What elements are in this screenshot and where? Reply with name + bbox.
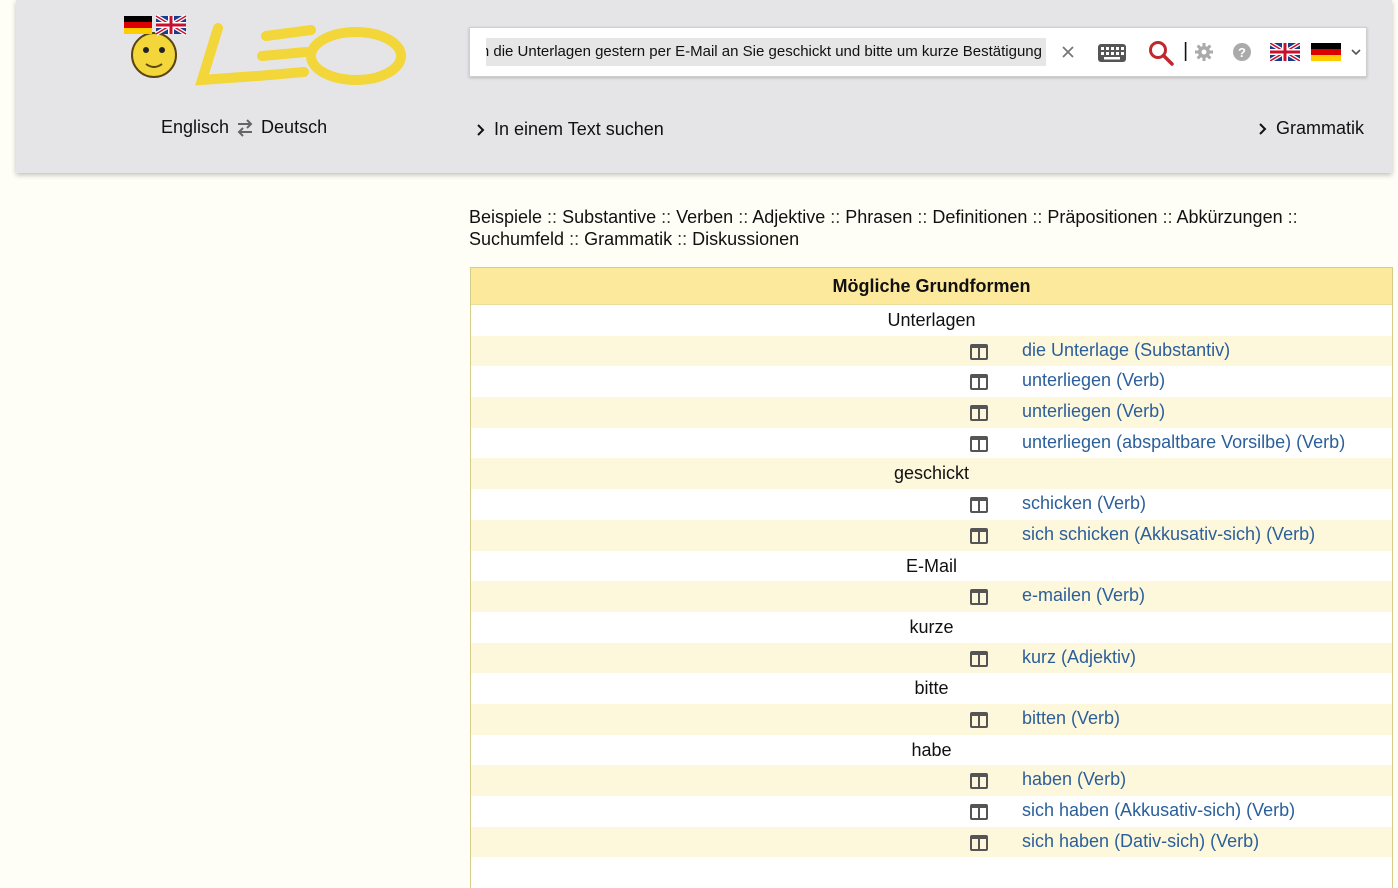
result-word-row: kurze: [471, 612, 1392, 643]
book-icon[interactable]: [969, 495, 989, 515]
result-word-row: E-Mail: [471, 551, 1392, 582]
result-link[interactable]: unterliegen (Verb): [1022, 370, 1165, 391]
keyboard-icon[interactable]: [1097, 42, 1127, 64]
chevron-down-icon[interactable]: [1350, 46, 1362, 58]
search-icon[interactable]: [1148, 40, 1174, 66]
german-flag-icon[interactable]: [1311, 43, 1341, 61]
result-link-row: sich haben (Dativ-sich) (Verb): [471, 826, 1392, 858]
result-link-row: unterliegen (Verb): [471, 366, 1392, 397]
section-link-beispiele[interactable]: Beispiele: [469, 207, 542, 227]
close-icon[interactable]: [1058, 42, 1078, 62]
result-word-row: geschickt: [471, 458, 1392, 490]
section-separator: ::: [912, 207, 933, 227]
results-title: Mögliche Grundformen: [471, 268, 1392, 305]
section-link-definitionen[interactable]: Definitionen: [932, 207, 1027, 227]
site-header: Englisch Deutsch Ich habe Ihnen die Unte…: [16, 0, 1392, 173]
result-word: E-Mail: [905, 555, 957, 576]
lang-to: Deutsch: [261, 117, 328, 137]
result-link[interactable]: sich haben (Dativ-sich) (Verb): [1022, 831, 1259, 852]
section-separator: ::: [542, 207, 563, 227]
section-link-suchumfeld[interactable]: Suchumfeld: [469, 229, 564, 249]
result-link-row: bitten (Verb): [471, 703, 1392, 735]
result-word: kurze: [909, 616, 954, 637]
chevron-right-icon: [1259, 122, 1267, 135]
swap-icon[interactable]: [235, 118, 255, 138]
result-link[interactable]: e-mailen (Verb): [1022, 585, 1145, 606]
result-word: geschickt: [893, 463, 970, 484]
section-link-phrasen[interactable]: Phrasen: [845, 207, 912, 227]
grammar-link[interactable]: Grammatik: [1258, 118, 1364, 139]
book-icon[interactable]: [969, 771, 989, 791]
search-box: Ich habe Ihnen die Unterlagen gestern pe…: [469, 27, 1367, 77]
svg-text:?: ?: [1238, 45, 1246, 60]
separator: |: [1183, 40, 1189, 62]
section-separator: ::: [825, 207, 846, 227]
section-link-substantive[interactable]: Substantive: [562, 207, 656, 227]
result-word: bitte: [914, 678, 949, 699]
section-separator: ::: [1157, 207, 1177, 227]
book-icon[interactable]: [969, 342, 989, 362]
section-separator: ::: [1027, 207, 1048, 227]
section-link-grammatik[interactable]: Grammatik: [584, 229, 672, 249]
leo-logo[interactable]: [106, 10, 406, 90]
result-link-row: e-mailen (Verb): [471, 581, 1392, 612]
result-link-row: die Unterlage (Substantiv): [471, 335, 1392, 367]
result-link[interactable]: kurz (Adjektiv): [1022, 647, 1136, 668]
section-separator: ::: [1282, 207, 1298, 227]
section-link-adjektive[interactable]: Adjektive: [752, 207, 825, 227]
section-separator: ::: [672, 229, 693, 249]
result-link-row: unterliegen (abspaltbare Vorsilbe) (Verb…: [471, 428, 1392, 459]
lang-from: Englisch: [161, 117, 230, 137]
result-link[interactable]: unterliegen (abspaltbare Vorsilbe) (Verb…: [1022, 432, 1345, 453]
help-icon[interactable]: ?: [1232, 42, 1252, 62]
chevron-right-icon: [477, 123, 485, 136]
section-link-diskussionen[interactable]: Diskussionen: [692, 229, 799, 249]
result-link-row: unterliegen (Verb): [471, 397, 1392, 428]
book-icon[interactable]: [969, 526, 989, 546]
result-link[interactable]: sich haben (Akkusativ-sich) (Verb): [1022, 800, 1295, 821]
book-icon[interactable]: [969, 649, 989, 669]
result-link-row: schicken (Verb): [471, 489, 1392, 520]
section-separator: ::: [656, 207, 677, 227]
result-link[interactable]: bitten (Verb): [1022, 708, 1120, 729]
result-word: habe: [911, 739, 952, 760]
result-word-row: habe: [471, 735, 1392, 766]
section-separator: ::: [564, 229, 585, 249]
results-rows: Unterlagen die Unterlage (Substantiv) unte…: [471, 305, 1392, 858]
language-pair[interactable]: Englisch Deutsch: [161, 117, 327, 138]
result-link[interactable]: sich schicken (Akkusativ-sich) (Verb): [1022, 524, 1315, 545]
text-search-link[interactable]: In einem Text suchen: [476, 119, 664, 140]
section-link-verben[interactable]: Verben: [676, 207, 733, 227]
result-link-row: kurz (Adjektiv): [471, 642, 1392, 674]
result-link[interactable]: haben (Verb): [1022, 769, 1126, 790]
book-icon[interactable]: [969, 403, 989, 423]
result-link[interactable]: schicken (Verb): [1022, 493, 1146, 514]
result-link-row: haben (Verb): [471, 765, 1392, 796]
result-word-row: Unterlagen: [471, 305, 1392, 336]
result-word: Unterlagen: [887, 310, 976, 330]
search-input[interactable]: Ich habe Ihnen die Unterlagen gestern pe…: [486, 38, 1046, 66]
text-search-label: In einem Text suchen: [494, 119, 664, 139]
book-icon[interactable]: [969, 587, 989, 607]
result-link-row: sich haben (Akkusativ-sich) (Verb): [471, 796, 1392, 827]
book-icon[interactable]: [969, 710, 989, 730]
section-link-präpositionen[interactable]: Präpositionen: [1047, 207, 1157, 227]
uk-flag-icon[interactable]: [1270, 43, 1300, 61]
result-link[interactable]: unterliegen (Verb): [1022, 401, 1165, 422]
result-word-row: bitte: [471, 673, 1392, 704]
result-link[interactable]: die Unterlage (Substantiv): [1022, 340, 1230, 361]
gear-icon[interactable]: [1194, 42, 1214, 62]
section-separator: ::: [733, 207, 753, 227]
book-icon[interactable]: [969, 372, 989, 392]
section-nav: Beispiele :: Substantive :: Verben :: Ad…: [469, 206, 1369, 250]
results-table: Mögliche Grundformen Unterlagen die Unter…: [470, 267, 1393, 888]
grammar-label: Grammatik: [1275, 118, 1364, 138]
book-icon[interactable]: [969, 802, 989, 822]
result-link-row: sich schicken (Akkusativ-sich) (Verb): [471, 519, 1392, 551]
section-link-abkürzungen[interactable]: Abkürzungen: [1177, 207, 1283, 227]
book-icon[interactable]: [969, 434, 989, 454]
book-icon[interactable]: [969, 833, 989, 853]
